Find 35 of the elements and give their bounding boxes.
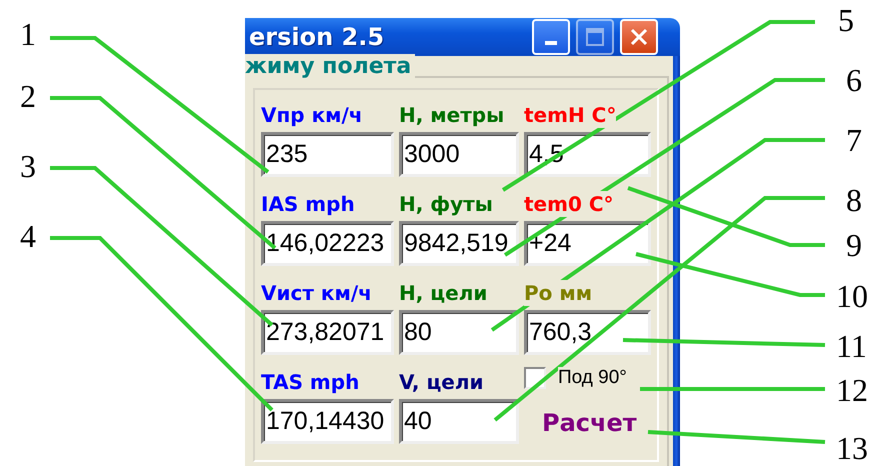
callout-number: 2 [20, 80, 36, 112]
close-icon [629, 27, 649, 47]
callout-number: 8 [846, 184, 862, 216]
maximize-button[interactable] [576, 19, 614, 55]
input-field[interactable]: 146,02223 [261, 221, 394, 266]
input-field[interactable]: 3000 [399, 132, 519, 177]
input-field[interactable]: 235 [261, 132, 394, 177]
callout-number: 3 [20, 150, 36, 182]
callout-number: 9 [846, 229, 862, 261]
minimize-icon [545, 41, 557, 45]
input-field[interactable]: +24 [524, 221, 651, 266]
callout-number: 4 [20, 220, 36, 252]
callout-number: 13 [836, 432, 868, 464]
callout-number: 10 [836, 280, 868, 312]
close-button[interactable] [620, 19, 658, 55]
input-field[interactable]: 40 [399, 399, 519, 444]
callout-number: 7 [846, 124, 862, 156]
input-field[interactable]: 80 [399, 310, 519, 355]
calculate-button[interactable]: Расчет [524, 399, 651, 446]
group-title: жиму полета [245, 54, 416, 79]
field-label: Ро мм [524, 280, 592, 306]
input-field[interactable]: 170,14430 [261, 399, 394, 444]
callout-number: 12 [836, 374, 868, 406]
maximize-icon [585, 27, 605, 47]
callout-number: 5 [838, 4, 854, 36]
minimize-button[interactable] [532, 19, 570, 55]
window-title: ersion 2.5 [249, 23, 386, 51]
field-label: tem0 C° [524, 191, 614, 217]
callout-number: 11 [836, 330, 867, 362]
input-field[interactable]: 9842,519 [399, 221, 519, 266]
input-field[interactable]: 273,82071 [261, 310, 394, 355]
input-field[interactable]: 760,3 [524, 310, 651, 355]
callout-number: 6 [846, 64, 862, 96]
checkbox-label: Под 90° [558, 367, 627, 389]
callout-number: 1 [20, 18, 36, 50]
